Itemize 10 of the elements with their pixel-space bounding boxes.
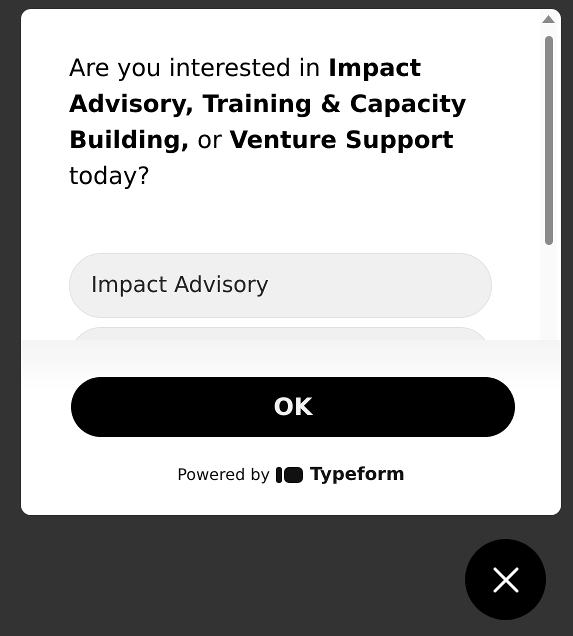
- scrollbar[interactable]: [540, 9, 557, 340]
- logo-icon: [276, 466, 304, 484]
- powered-by-text: Powered by: [177, 465, 270, 484]
- close-icon: [492, 566, 518, 592]
- brand-name[interactable]: Typeform: [310, 464, 405, 485]
- scroll-up-icon[interactable]: [542, 15, 555, 23]
- question-text: Are you interested in Impact Advisory, Training & Capacity Building, or Venture Support today?: [69, 53, 468, 192]
- option-button[interactable]: Impact Advisory: [69, 253, 492, 318]
- ok-button[interactable]: OK: [71, 377, 515, 437]
- scrollbar-thumb[interactable]: [545, 36, 553, 245]
